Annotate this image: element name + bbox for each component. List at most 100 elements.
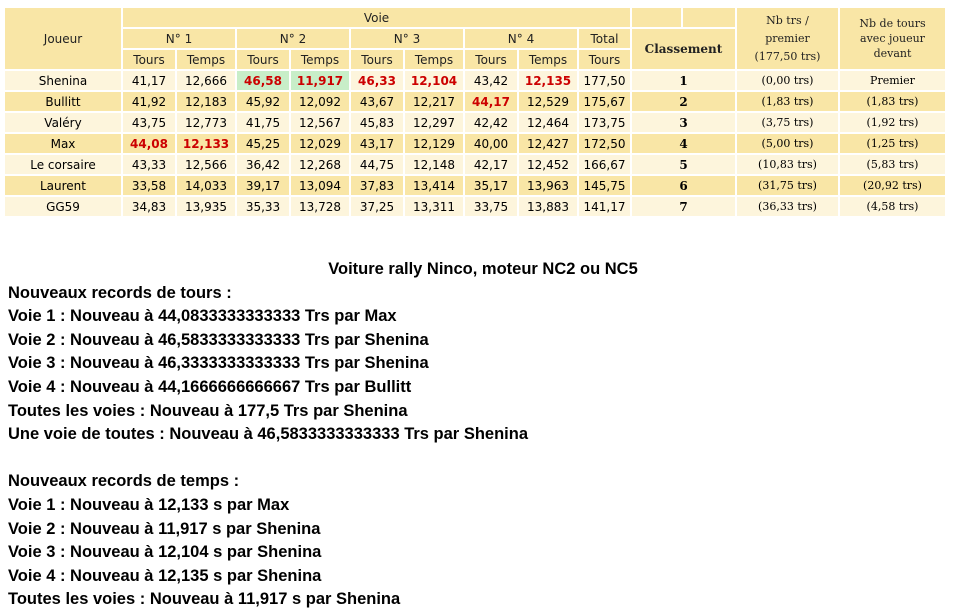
- lane-1-time: 13,935: [177, 197, 235, 216]
- lane-1-laps: 43,75: [123, 113, 175, 132]
- lane-1-time: 12,566: [177, 155, 235, 174]
- lane-4-laps: 33,75: [465, 197, 517, 216]
- lane-3-time: 12,297: [405, 113, 463, 132]
- gap-to-previous: (1,25 trs): [840, 134, 945, 153]
- lap-record-line: Une voie de toutes : Nouveau à 46,583333…: [8, 425, 528, 444]
- lane-1-laps: 33,58: [123, 176, 175, 195]
- lane-3-laps: 37,83: [351, 176, 403, 195]
- header-lane-1-temps: Temps: [177, 50, 235, 69]
- lane-3-time: 12,217: [405, 92, 463, 111]
- time-records-heading: Nouveaux records de temps :: [8, 472, 240, 491]
- lane-2-time: 12,029: [291, 134, 349, 153]
- header-lane-1: N° 1: [123, 29, 235, 48]
- lane-3-laps: 37,25: [351, 197, 403, 216]
- lane-4-time: 12,452: [519, 155, 577, 174]
- header-lane-2-tours: Tours: [237, 50, 289, 69]
- player-name: Shenina: [5, 71, 121, 90]
- player-name: Max: [5, 134, 121, 153]
- header-lane-2-temps: Temps: [291, 50, 349, 69]
- lap-record-line: Toutes les voies : Nouveau à 177,5 Trs p…: [8, 401, 408, 420]
- header-row-voie: Joueur Voie Nb trs / premier (177,50 trs…: [5, 8, 945, 69]
- rank: 2: [632, 92, 735, 111]
- lane-4-time: 13,883: [519, 197, 577, 216]
- lane-1-time: 12,183: [177, 92, 235, 111]
- lane-3-time: 13,414: [405, 176, 463, 195]
- time-record-line: Voie 2 : Nouveau à 11,917 s par Shenina: [8, 519, 321, 538]
- lane-3-time: 12,129: [405, 134, 463, 153]
- gap-to-previous: (5,83 trs): [840, 155, 945, 174]
- lane-2-laps: 45,25: [237, 134, 289, 153]
- lane-3-time: 12,104: [405, 71, 463, 90]
- header-lane-3-temps: Temps: [405, 50, 463, 69]
- lane-2-time: 12,268: [291, 155, 349, 174]
- header-nb-tours-line1: Nb de tours: [859, 17, 926, 30]
- lane-2-time: 13,094: [291, 176, 349, 195]
- player-name: Le corsaire: [5, 155, 121, 174]
- time-record-line: Voie 1 : Nouveau à 12,133 s par Max: [8, 495, 290, 514]
- lane-4-laps: 42,17: [465, 155, 517, 174]
- lane-4-laps: 44,17: [465, 92, 517, 111]
- header-total: Total: [579, 29, 630, 48]
- table-row: Valéry 43,75 12,773 41,75 12,567 45,83 1…: [5, 113, 945, 132]
- lane-4-laps: 40,00: [465, 134, 517, 153]
- table-row: Laurent 33,58 14,033 39,17 13,094 37,83 …: [5, 176, 945, 195]
- rank: 7: [632, 197, 735, 216]
- lane-1-time: 12,666: [177, 71, 235, 90]
- lap-record-line: Voie 3 : Nouveau à 46,3333333333333 Trs …: [8, 354, 429, 373]
- lane-2-laps: 41,75: [237, 113, 289, 132]
- rank: 6: [632, 176, 735, 195]
- lane-2-laps: 36,42: [237, 155, 289, 174]
- header-blank-1: [632, 8, 681, 27]
- time-record-line: Voie 4 : Nouveau à 12,135 s par Shenina: [8, 566, 322, 585]
- total-laps: 141,17: [579, 197, 630, 216]
- time-record-line: Toutes les voies : Nouveau à 11,917 s pa…: [8, 590, 401, 609]
- lane-2-laps: 46,58: [237, 71, 289, 90]
- header-lane-1-tours: Tours: [123, 50, 175, 69]
- lane-1-time: 14,033: [177, 176, 235, 195]
- header-lane-3: N° 3: [351, 29, 463, 48]
- total-laps: 177,50: [579, 71, 630, 90]
- gap-to-previous: Premier: [840, 71, 945, 90]
- header-nb-trs-line2: premier: [765, 31, 810, 45]
- header-classement: Classement: [632, 29, 735, 69]
- gap-to-first: (3,75 trs): [737, 113, 838, 132]
- header-joueur: Joueur: [5, 8, 121, 69]
- gap-to-previous: (1,83 trs): [840, 92, 945, 111]
- rank: 5: [632, 155, 735, 174]
- table-row: Bullitt 41,92 12,183 45,92 12,092 43,67 …: [5, 92, 945, 111]
- lane-2-laps: 45,92: [237, 92, 289, 111]
- lap-records-heading: Nouveaux records de tours :: [8, 283, 232, 302]
- lane-4-laps: 35,17: [465, 176, 517, 195]
- table-row: GG59 34,83 13,935 35,33 13,728 37,25 13,…: [5, 197, 945, 216]
- player-name: GG59: [5, 197, 121, 216]
- header-lane-4: N° 4: [465, 29, 577, 48]
- lane-3-laps: 43,67: [351, 92, 403, 111]
- header-lane-4-temps: Temps: [519, 50, 577, 69]
- header-nb-tours-line2: avec joueur: [860, 32, 925, 45]
- lane-3-time: 13,311: [405, 197, 463, 216]
- table-row: Le corsaire 43,33 12,566 36,42 12,268 44…: [5, 155, 945, 174]
- lane-4-time: 12,464: [519, 113, 577, 132]
- gap-to-first: (5,00 trs): [737, 134, 838, 153]
- lane-2-time: 12,567: [291, 113, 349, 132]
- lane-1-laps: 43,33: [123, 155, 175, 174]
- header-nb-tours-line3: devant: [873, 47, 912, 60]
- header-total-tours: Tours: [579, 50, 630, 69]
- header-voie: Voie: [123, 8, 630, 27]
- lane-1-laps: 34,83: [123, 197, 175, 216]
- gap-to-first: (10,83 trs): [737, 155, 838, 174]
- total-laps: 172,50: [579, 134, 630, 153]
- player-name: Laurent: [5, 176, 121, 195]
- time-record-line: Voie 3 : Nouveau à 12,104 s par Shenina: [8, 543, 322, 562]
- total-laps: 173,75: [579, 113, 630, 132]
- lane-4-time: 12,427: [519, 134, 577, 153]
- header-lane-4-tours: Tours: [465, 50, 517, 69]
- lane-2-time: 12,092: [291, 92, 349, 111]
- lane-4-laps: 43,42: [465, 71, 517, 90]
- gap-to-first: (0,00 trs): [737, 71, 838, 90]
- report-title: Voiture rally Ninco, moteur NC2 ou NC5: [328, 260, 638, 278]
- header-lane-2: N° 2: [237, 29, 349, 48]
- lane-1-laps: 44,08: [123, 134, 175, 153]
- total-laps: 175,67: [579, 92, 630, 111]
- lane-2-laps: 35,33: [237, 197, 289, 216]
